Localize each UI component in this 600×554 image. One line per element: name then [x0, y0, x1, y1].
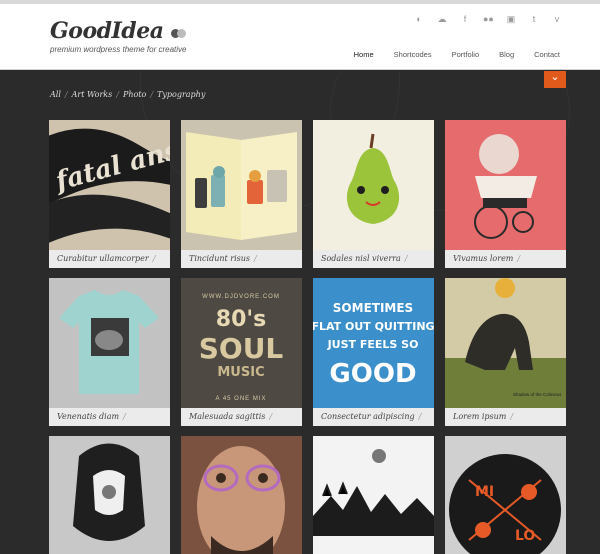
svg-text:A 45 ONE MIX: A 45 ONE MIX: [215, 396, 266, 402]
portfolio-caption: Venenatis diam /: [49, 408, 170, 426]
portfolio-item[interactable]: Sodales nisl viverra /: [313, 120, 434, 268]
portfolio-item[interactable]: WWW.DJDVORE.COM 80's SOUL MUSIC A 45 ONE…: [181, 278, 302, 426]
vimeo-icon[interactable]: v: [552, 13, 562, 25]
portfolio-item[interactable]: [313, 436, 434, 554]
chevron-down-icon[interactable]: ⌄: [544, 71, 566, 88]
flickr-icon[interactable]: ●●: [483, 13, 494, 25]
portfolio-caption: Malesuada sagittis /: [181, 408, 302, 426]
portfolio-thumbnail[interactable]: [181, 436, 302, 554]
portfolio-caption: Sodales nisl viverra /: [313, 250, 434, 268]
filter-separator: /: [150, 90, 154, 99]
colossus-artwork: Shadow of the Colossus: [445, 278, 566, 408]
hooded-figure-artwork: [49, 436, 170, 554]
filter-separator: /: [64, 90, 68, 99]
svg-text:FLAT OUT QUITTING: FLAT OUT QUITTING: [313, 320, 434, 333]
chat-icon[interactable]: ◐: [414, 13, 424, 25]
filter-photo[interactable]: Photo: [123, 90, 146, 99]
portfolio-caption: Vivamus lorem /: [445, 250, 566, 268]
filter-all[interactable]: All: [50, 90, 61, 99]
nav-home[interactable]: Home: [354, 50, 374, 59]
nav-contact[interactable]: Contact: [534, 50, 560, 59]
portfolio-item[interactable]: [49, 436, 170, 554]
nav-portfolio[interactable]: Portfolio: [452, 50, 480, 59]
moon-artwork: [445, 120, 566, 250]
svg-text:SOMETIMES: SOMETIMES: [333, 301, 413, 315]
portfolio-item[interactable]: Shadow of the Colossus Lorem ipsum /: [445, 278, 566, 426]
portfolio-thumbnail[interactable]: [49, 278, 170, 408]
portfolio-item[interactable]: Vivamus lorem /: [445, 120, 566, 268]
svg-text:SOUL: SOUL: [199, 332, 284, 365]
portfolio-thumbnail[interactable]: [49, 436, 170, 554]
logo-title: GoodIdea: [50, 18, 164, 44]
pear-artwork: [313, 120, 434, 250]
filter-typography[interactable]: Typography: [157, 90, 205, 99]
portfolio-item[interactable]: fatal ansor Curabitur ullamcorper /: [49, 120, 170, 268]
portfolio-thumbnail[interactable]: [445, 120, 566, 250]
pages-icon[interactable]: ▣: [506, 13, 516, 25]
portfolio-item[interactable]: MI LO: [445, 436, 566, 554]
quote-poster-artwork: SOMETIMES FLAT OUT QUITTING JUST FEELS S…: [313, 278, 434, 408]
milo-record-artwork: MI LO: [445, 436, 566, 554]
portfolio-thumbnail[interactable]: SOMETIMES FLAT OUT QUITTING JUST FEELS S…: [313, 278, 434, 408]
portfolio-caption: Lorem ipsum /: [445, 408, 566, 426]
portfolio-thumbnail[interactable]: fatal ansor: [49, 120, 170, 250]
portfolio-caption: Consectetur adipiscing /: [313, 408, 434, 426]
portfolio-item[interactable]: Tincidunt risus /: [181, 120, 302, 268]
landscape-artwork: [313, 436, 434, 554]
portfolio-filter: All / Art Works / Photo / Typography: [50, 90, 205, 99]
twitter-icon[interactable]: t: [529, 13, 539, 25]
portfolio-thumbnail[interactable]: MI LO: [445, 436, 566, 554]
svg-text:LO: LO: [515, 528, 535, 544]
main-nav: Home Shortcodes Portfolio Blog Contact: [354, 50, 560, 59]
portfolio-thumbnail[interactable]: Shadow of the Colossus: [445, 278, 566, 408]
social-icons: ◐ ☁ f ●● ▣ t v: [414, 13, 562, 25]
portfolio-caption: Tincidunt risus /: [181, 250, 302, 268]
portfolio-thumbnail[interactable]: [181, 120, 302, 250]
portfolio-item[interactable]: [181, 436, 302, 554]
cloud-icon[interactable]: ☁: [437, 13, 447, 25]
svg-text:GOOD: GOOD: [329, 359, 416, 389]
filter-art-works[interactable]: Art Works: [72, 90, 113, 99]
svg-text:Shadow of the Colossus: Shadow of the Colossus: [513, 392, 562, 397]
book-artwork: [181, 120, 302, 250]
portfolio-section: All / Art Works / Photo / Typography ⌄ fatal a…: [0, 71, 600, 554]
portfolio-caption: Curabitur ullamcorper /: [49, 250, 170, 268]
filter-separator: /: [116, 90, 119, 99]
logo[interactable]: GoodIdea premium wordpress theme for cre…: [50, 18, 187, 54]
portrait-artwork: [181, 436, 302, 554]
typography-artwork: fatal ansor: [49, 120, 170, 250]
site-header: GoodIdea premium wordpress theme for cre…: [0, 4, 600, 70]
portfolio-thumbnail[interactable]: WWW.DJDVORE.COM 80's SOUL MUSIC A 45 ONE…: [181, 278, 302, 408]
portfolio-item[interactable]: Venenatis diam /: [49, 278, 170, 426]
svg-text:MUSIC: MUSIC: [217, 365, 264, 380]
portfolio-thumbnail[interactable]: [313, 120, 434, 250]
nav-blog[interactable]: Blog: [499, 50, 514, 59]
facebook-icon[interactable]: f: [460, 13, 470, 25]
logo-dots-icon: [170, 25, 186, 43]
portfolio-item[interactable]: SOMETIMES FLAT OUT QUITTING JUST FEELS S…: [313, 278, 434, 426]
tshirt-artwork: [49, 278, 170, 408]
svg-text:MI: MI: [475, 484, 494, 500]
nav-shortcodes[interactable]: Shortcodes: [394, 50, 432, 59]
soul-music-artwork: WWW.DJDVORE.COM 80's SOUL MUSIC A 45 ONE…: [181, 278, 302, 408]
portfolio-thumbnail[interactable]: [313, 436, 434, 554]
svg-text:WWW.DJDVORE.COM: WWW.DJDVORE.COM: [202, 294, 280, 300]
svg-text:80's: 80's: [216, 307, 266, 332]
logo-tagline: premium wordpress theme for creative: [50, 45, 187, 54]
svg-text:JUST FEELS SO: JUST FEELS SO: [327, 338, 419, 351]
